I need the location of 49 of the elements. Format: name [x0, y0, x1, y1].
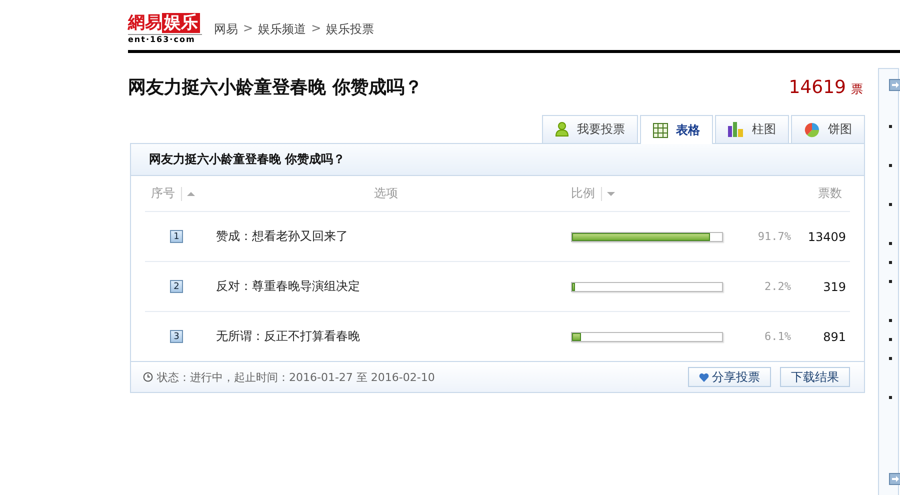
table-icon: [653, 122, 668, 138]
bullet-icon: [889, 280, 892, 283]
panel-title: 网友力挺六小龄童登春晚 你赞成吗？: [149, 151, 346, 168]
rank-number: 1: [170, 230, 183, 243]
bullet-icon: [889, 242, 892, 245]
poll-title: 网友力挺六小龄童登春晚 你赞成吗？: [128, 76, 422, 99]
bullet-icon: [889, 125, 892, 128]
bar-chart-icon: [728, 122, 744, 137]
pie-chart-icon: [804, 122, 820, 138]
total-votes: 14619: [788, 76, 846, 98]
sort-up-icon[interactable]: [186, 190, 196, 198]
poll-status: 状态：进行中，起止时间：2016-01-27 至 2016-02-10: [157, 370, 435, 384]
breadcrumb-link[interactable]: 娱乐频道: [258, 20, 306, 38]
arrow-icon[interactable]: [889, 473, 900, 485]
option-text: 赞成：想看老孙又回来了: [215, 228, 349, 245]
bullet-icon: [889, 357, 892, 360]
breadcrumb-separator: >: [243, 20, 254, 36]
person-icon: [555, 122, 569, 137]
heart-icon: [699, 372, 709, 382]
view-tab[interactable]: 我要投票: [542, 115, 638, 143]
logo[interactable]: 網易娱乐 ent·163·com: [128, 13, 202, 45]
view-tab[interactable]: 柱图: [715, 115, 789, 143]
option-text: 无所谓：反正不打算看春晚: [215, 328, 361, 345]
download-button[interactable]: 下载结果: [780, 367, 850, 387]
vote-count: 13409: [808, 230, 846, 244]
bullet-icon: [889, 319, 892, 322]
breadcrumb-separator: >: [311, 20, 322, 36]
rank-number: 3: [170, 330, 183, 343]
bullet-icon: [889, 338, 892, 341]
option-text: 反对：尊重春晚导演组决定: [215, 278, 361, 295]
sort-down-icon[interactable]: [606, 190, 616, 198]
vote-count: 319: [823, 280, 846, 294]
share-button[interactable]: 分享投票: [688, 367, 771, 387]
bullet-icon: [889, 164, 892, 167]
view-tab[interactable]: 饼图: [791, 115, 865, 143]
bullet-icon: [889, 261, 892, 264]
bullet-icon: [889, 203, 892, 206]
bullet-icon: [889, 396, 892, 399]
vote-percent: 2.2%: [764, 280, 791, 293]
view-tab[interactable]: 表格: [640, 115, 713, 144]
vote-count: 891: [823, 330, 846, 344]
breadcrumb-link[interactable]: 网易: [214, 20, 238, 38]
votes-unit: 票: [851, 80, 863, 98]
rank-number: 2: [170, 280, 183, 293]
vote-percent: 6.1%: [764, 330, 791, 343]
vote-percent: 91.7%: [758, 230, 791, 243]
clock-icon: [143, 372, 153, 382]
breadcrumb-link[interactable]: 娱乐投票: [326, 20, 374, 38]
arrow-icon[interactable]: [889, 79, 900, 91]
